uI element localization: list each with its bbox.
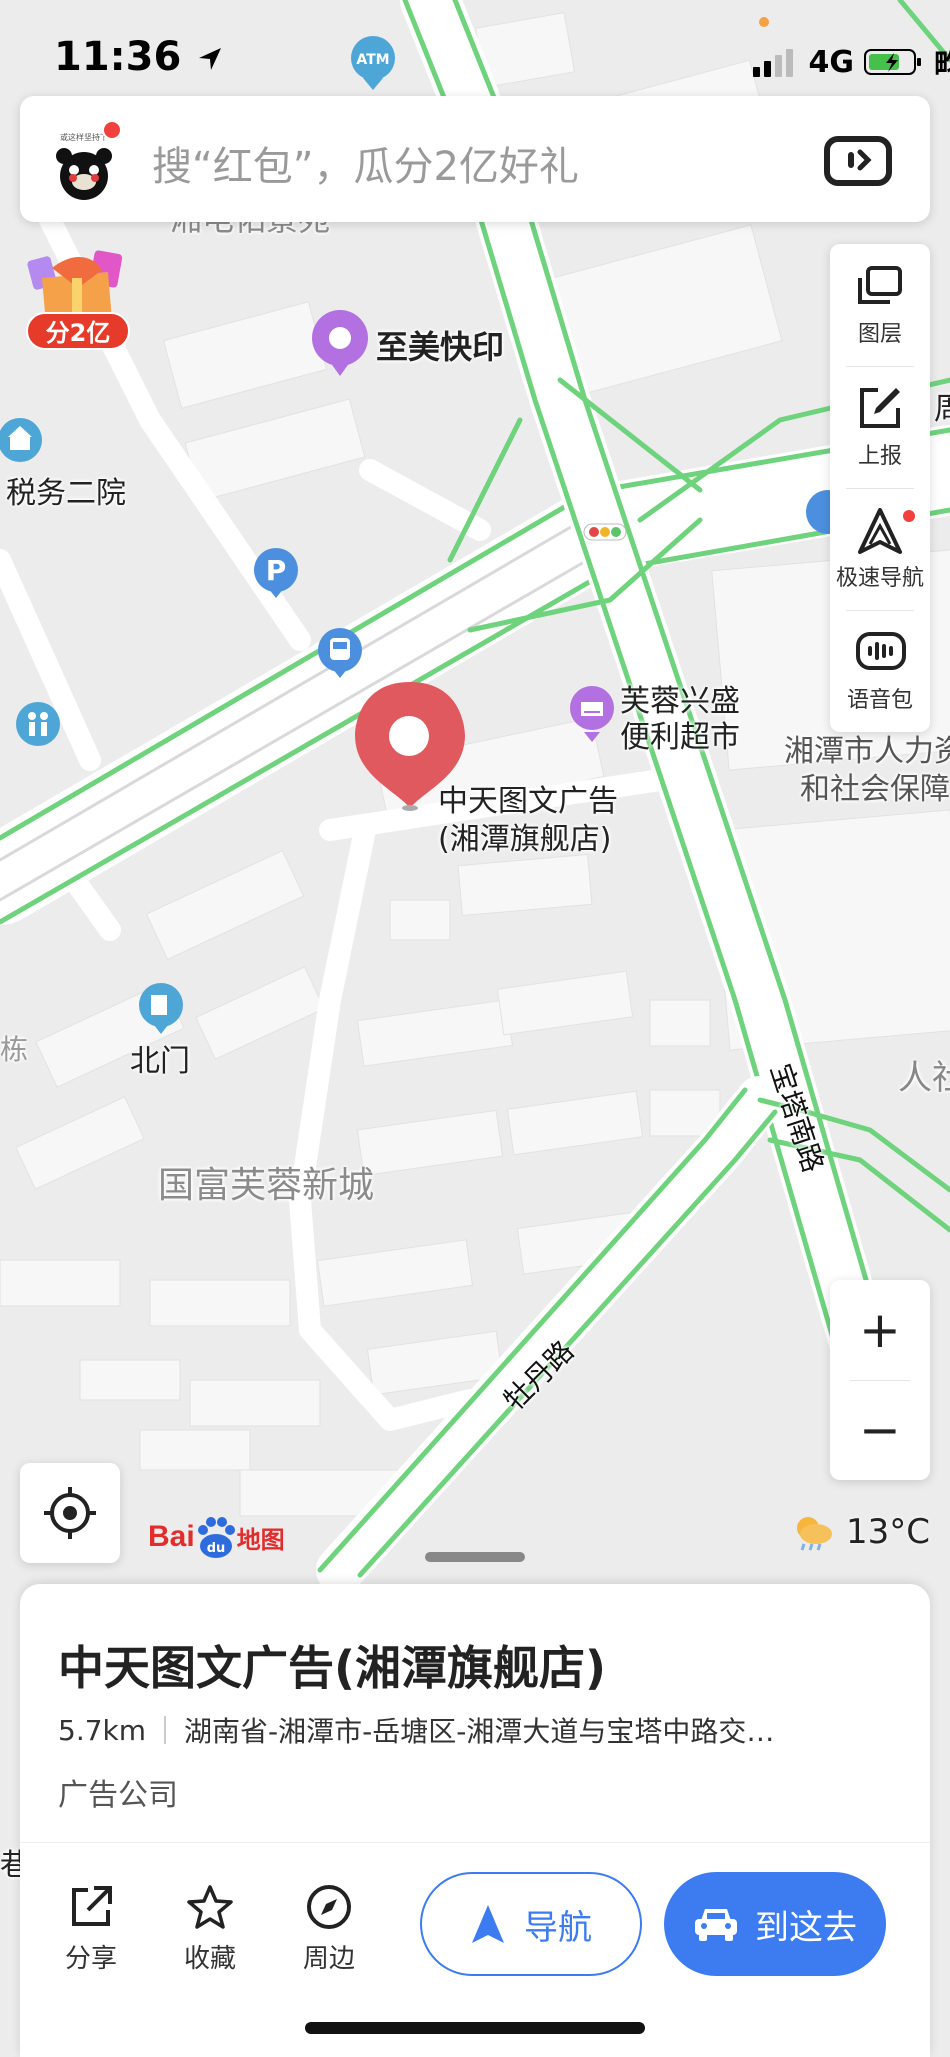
map-label-left-partial: 栋 [0, 1033, 29, 1066]
battery-icon [864, 49, 921, 75]
zoom-in-button[interactable]: + [830, 1280, 930, 1380]
zoom-out-button[interactable]: − [830, 1380, 930, 1480]
map-label-north-gate[interactable]: 北门 [130, 1036, 190, 1080]
share-button[interactable]: 分享 [46, 1884, 136, 1975]
map-toolbar: 图层 上报 极速导航 语音包 [830, 244, 930, 732]
toilet-poi-icon [16, 702, 60, 746]
home-indicator[interactable] [305, 2022, 645, 2034]
sheet-drag-handle[interactable] [425, 1552, 525, 1562]
favorite-label: 收藏 [183, 1944, 236, 1974]
baidu-map-logo: Bai du 地图 [148, 1512, 285, 1562]
network-type: 4G [808, 44, 855, 80]
status-right: 4G 畇 [752, 40, 950, 84]
poi-category: 广告公司 [58, 1778, 178, 1813]
weather-cloud-icon [796, 1517, 832, 1551]
car-icon [695, 1909, 737, 1941]
layers-label: 图层 [857, 322, 902, 347]
svg-text:P: P [266, 554, 287, 587]
locate-me-button[interactable] [20, 1463, 120, 1563]
edit-report-icon [860, 388, 900, 428]
location-arrow-icon [199, 48, 222, 70]
poi-address: 湖南省-湘潭市-岳塘区-湘潭大道与宝塔中路交… [184, 1715, 775, 1748]
promo-label: 分2亿 [26, 312, 130, 350]
star-icon [187, 1885, 233, 1929]
map-label-hr-2[interactable]: 和社会保障 [800, 764, 950, 808]
fast-nav-label: 极速导航 [835, 566, 924, 591]
share-icon [72, 1886, 112, 1926]
compass-icon [307, 1885, 351, 1929]
favorite-button[interactable]: 收藏 [165, 1884, 255, 1975]
go-here-label: 到这去 [755, 1907, 857, 1948]
fast-navigation-button[interactable]: 极速导航 [830, 488, 930, 610]
poi-distance: 5.7km [58, 1713, 147, 1747]
poi-meta: 5.7km 湖南省-湘潭市-岳塘区-湘潭大道与宝塔中路交… [58, 1710, 898, 1750]
layers-button[interactable]: 图层 [830, 244, 930, 366]
baidu-paw-icon: du [197, 1517, 235, 1558]
voice-pack-button[interactable]: 语音包 [830, 610, 930, 732]
map-label-print-shop[interactable]: 至美快印 [376, 322, 504, 368]
nearby-label: 周边 [302, 1944, 355, 1974]
marker-label-line2[interactable]: (湘潭旗舰店) [438, 814, 611, 858]
locate-target-icon [44, 1487, 96, 1539]
red-packet-promo[interactable]: 分2亿 [22, 248, 134, 352]
status-time-text: 11:36 [54, 34, 182, 80]
poi-meta-separator [164, 1716, 167, 1744]
notification-dot [102, 120, 122, 140]
map-label-right-top-partial: 周 [934, 392, 950, 427]
avatar-caption: 或这样坚持下 [60, 132, 108, 142]
poi-title[interactable]: 中天图文广告(湘潭旗舰店) [58, 1632, 606, 1698]
voice-pack-icon [856, 632, 906, 670]
report-label: 上报 [857, 444, 902, 469]
map-label-residential: 国富芙蓉新城 [158, 1165, 375, 1206]
status-time: 11:36 [54, 34, 225, 80]
poi-detail-sheet: 中天图文广告(湘潭旗舰店) 5.7km 湖南省-湘潭市-岳塘区-湘潭大道与宝塔中… [20, 1584, 930, 2057]
weather-widget[interactable]: 13°C [790, 1512, 930, 1552]
share-label: 分享 [64, 1944, 117, 1974]
weather-temp: 13°C [845, 1512, 930, 1552]
map-label-tax-office[interactable]: 税务二院 [6, 468, 126, 512]
logo-ditu-text: 地图 [236, 1525, 285, 1554]
layers-icon [858, 266, 902, 304]
logo-bai-text: Bai [148, 1520, 195, 1553]
signal-icon [752, 49, 793, 77]
tax-office-poi-icon [0, 418, 42, 462]
navigate-button[interactable]: 导航 [420, 1872, 642, 1976]
scan-icon[interactable] [824, 136, 892, 186]
fast-nav-dot [903, 510, 915, 522]
map-label-supermarket-2[interactable]: 便利超市 [620, 712, 740, 756]
go-here-button[interactable]: 到这去 [664, 1872, 886, 1976]
report-button[interactable]: 上报 [830, 366, 930, 488]
navigate-arrow-icon [472, 1905, 504, 1943]
navigate-label: 导航 [524, 1907, 592, 1948]
search-bar[interactable]: 或这样坚持下 搜“红包”，瓜分2亿好礼 [20, 96, 930, 222]
atm-text: ATM [356, 52, 389, 68]
nearby-button[interactable]: 周边 [284, 1884, 374, 1975]
voice-pack-label: 语音包 [846, 688, 913, 713]
map-label-right-partial: 人社 [898, 1058, 950, 1098]
carrier-partial: 畇 [934, 48, 950, 83]
search-input[interactable]: 搜“红包”，瓜分2亿好礼 [152, 134, 579, 192]
zoom-control: + − [830, 1280, 930, 1480]
sheet-divider [20, 1842, 930, 1843]
logo-du-text: du [206, 1541, 225, 1556]
navigation-arrow-icon [858, 508, 902, 554]
